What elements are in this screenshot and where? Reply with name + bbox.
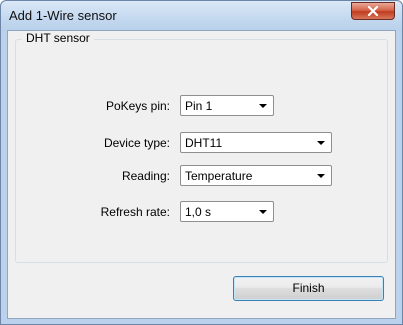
chevron-down-icon [317,141,325,145]
pokeys-pin-label: PoKeys pin: [105,99,170,113]
close-icon [367,6,379,16]
window-title: Add 1-Wire sensor [9,8,117,23]
device-type-label: Device type: [103,136,170,150]
close-button[interactable] [351,2,395,20]
group-title: DHT sensor [22,31,94,45]
device-type-select[interactable]: DHT11 [180,132,332,153]
reading-select[interactable]: Temperature [180,165,332,186]
refresh-rate-value: 1,0 s [185,205,212,219]
chevron-down-icon [317,174,325,178]
pokeys-pin-select[interactable]: Pin 1 [180,95,274,116]
reading-value: Temperature [185,169,253,183]
device-type-value: DHT11 [185,136,223,150]
reading-label: Reading: [121,169,170,183]
title-bar[interactable]: Add 1-Wire sensor [1,1,402,31]
refresh-rate-label: Refresh rate: [100,205,170,219]
finish-button[interactable]: Finish [233,276,384,301]
pokeys-pin-value: Pin 1 [185,99,213,113]
chevron-down-icon [259,104,267,108]
chevron-down-icon [259,210,267,214]
refresh-rate-select[interactable]: 1,0 s [180,201,274,222]
